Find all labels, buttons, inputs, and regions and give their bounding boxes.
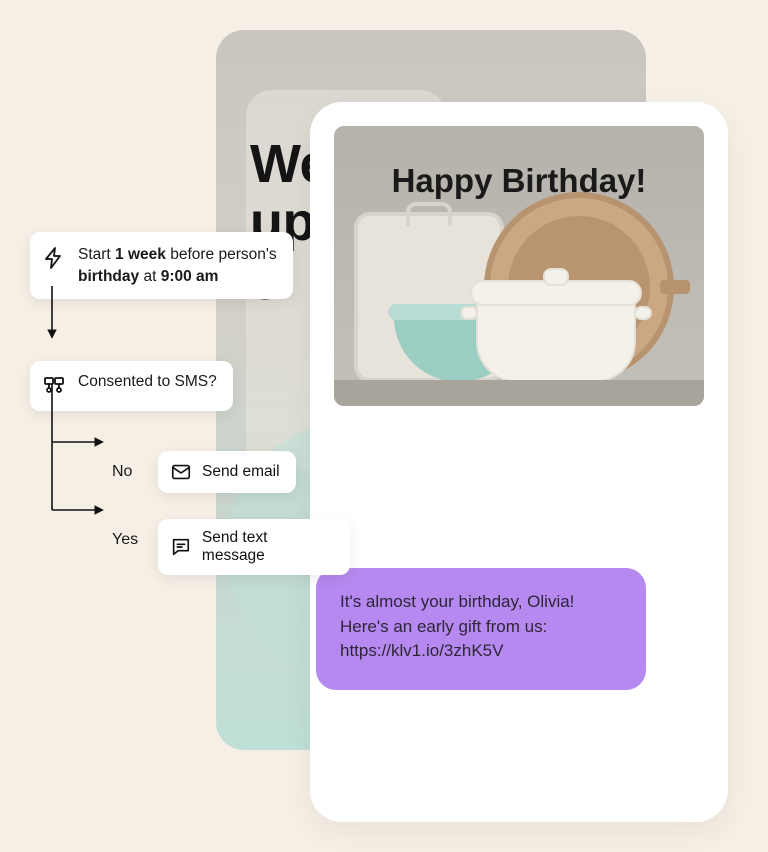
- t: at: [139, 268, 161, 285]
- flow-trigger-text: Start 1 week before person's birthday at…: [78, 244, 277, 287]
- t: before person's: [166, 246, 277, 263]
- t: Start: [78, 246, 115, 263]
- sms-link: https://klv1.io/3zhK5V: [340, 641, 503, 660]
- automation-flow: Start 1 week before person's birthday at…: [30, 232, 350, 561]
- lightning-icon: [42, 246, 66, 270]
- split-icon: [42, 375, 66, 399]
- t: 1 week: [115, 246, 166, 263]
- branch-label-yes: Yes: [112, 531, 138, 549]
- flow-action-email[interactable]: Send email: [158, 451, 296, 493]
- sms-line: Here's an early gift from us:: [340, 617, 547, 636]
- email-hero: Happy Birthday!: [334, 126, 704, 406]
- email-hero-title: Happy Birthday!: [334, 162, 704, 200]
- flow-action-label: Send text message: [202, 529, 334, 565]
- t: 9:00 am: [161, 268, 219, 285]
- flow-trigger-node[interactable]: Start 1 week before person's birthday at…: [30, 232, 293, 299]
- flow-action-label: Send email: [202, 463, 280, 481]
- phone-preview-card: Happy Birthday! It's almost your birthda…: [310, 102, 728, 822]
- chat-icon: [170, 536, 192, 558]
- flow-branches: No Yes Send email Send text message: [30, 411, 350, 561]
- mail-icon: [170, 461, 192, 483]
- t: birthday: [78, 268, 139, 285]
- branch-label-no: No: [112, 463, 132, 481]
- sms-line: It's almost your birthday, Olivia!: [340, 592, 574, 611]
- sms-bubble: It's almost your birthday, Olivia! Here'…: [316, 568, 646, 690]
- flow-action-sms[interactable]: Send text message: [158, 519, 350, 575]
- flow-condition-label: Consented to SMS?: [78, 373, 217, 391]
- flow-condition-node[interactable]: Consented to SMS?: [30, 361, 233, 411]
